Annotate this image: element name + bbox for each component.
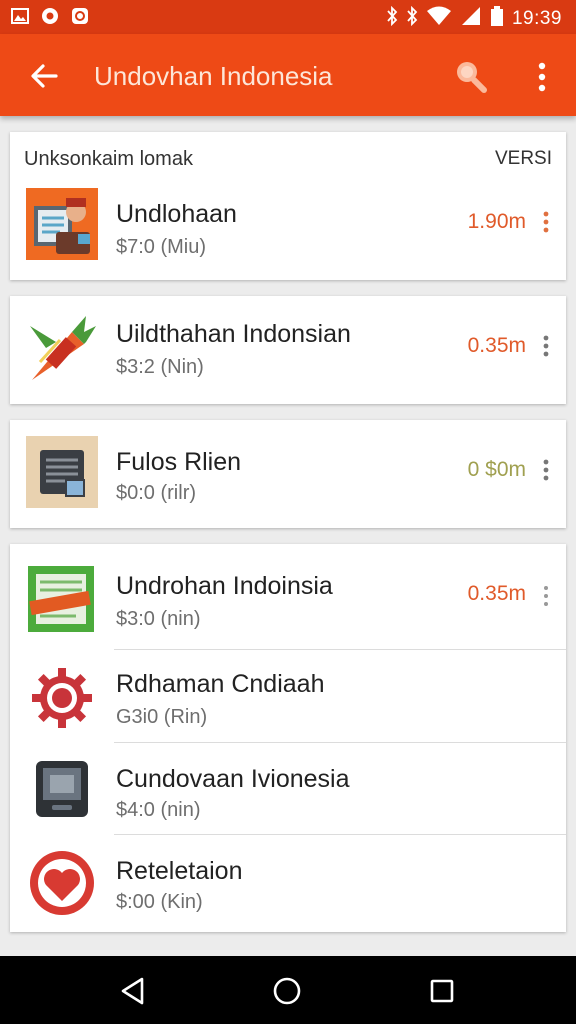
- status-bar: 19:39: [0, 0, 576, 34]
- home-icon[interactable]: [271, 975, 303, 1007]
- app-row[interactable]: Fulos Rlien $0:0 (rilr) 0 $0m: [10, 430, 566, 520]
- version-label: VERSI: [494, 148, 552, 169]
- app-row[interactable]: Undrohan Indoinsia $3:0 (nin) 0.35m: [10, 550, 566, 646]
- app-row[interactable]: Cundovaan Ivionesia $4:0 (nin): [10, 743, 566, 835]
- search-icon[interactable]: [452, 58, 488, 94]
- signal-icon: [460, 6, 482, 32]
- row-overflow-icon[interactable]: [538, 458, 554, 482]
- app-price: $:00 (Kin): [116, 891, 203, 913]
- recents-icon[interactable]: [428, 977, 456, 1005]
- app-name: Cundovaan Ivionesia: [116, 765, 350, 793]
- app-list-card: Undrohan Indoinsia $3:0 (nin) 0.35m Rdha…: [10, 544, 566, 932]
- app-size: 0 $0m: [467, 458, 526, 481]
- app-name: Fulos Rlien: [116, 448, 242, 476]
- navigation-bar: [0, 956, 576, 1024]
- app-name: Uildthahan Indonsian: [116, 320, 351, 348]
- vibrate-icon: [406, 5, 418, 32]
- app-price: $4:0 (nin): [116, 799, 201, 821]
- back-icon[interactable]: [118, 976, 148, 1006]
- device-icon: [26, 753, 98, 825]
- heart-icon: [26, 847, 98, 919]
- app-row[interactable]: Undlohaan $7:0 (Miu) 1.90m: [10, 182, 566, 272]
- app-name: Reteletaion: [116, 857, 243, 885]
- ticket-icon: [26, 562, 98, 634]
- app-size: 0.35m: [467, 582, 526, 605]
- status-left-icons: [10, 6, 90, 26]
- notification-icon: [40, 6, 60, 26]
- status-time: 19:39: [511, 8, 562, 29]
- row-overflow-icon[interactable]: [538, 334, 554, 358]
- overflow-menu-icon[interactable]: [530, 60, 554, 94]
- document-icon: [26, 436, 98, 508]
- row-overflow-icon[interactable]: [538, 584, 554, 608]
- app-name: Rdhaman Cndiaah: [116, 670, 325, 698]
- briefcase-icon: [26, 188, 98, 260]
- app-icon: [70, 6, 90, 26]
- app-size: 0.35m: [467, 334, 526, 357]
- section-header: Unksonkaim lomak: [24, 148, 193, 170]
- app-card: Uildthahan Indonsian $3:2 (Nin) 0.35m: [10, 296, 566, 404]
- app-row[interactable]: Reteletaion $:00 (Kin): [10, 835, 566, 929]
- app-name: Undrohan Indoinsia: [116, 572, 333, 600]
- battery-icon: [490, 5, 504, 33]
- app-bar: Undovhan Indonesia: [0, 34, 576, 116]
- bluetooth-icon: [386, 5, 398, 32]
- row-overflow-icon[interactable]: [538, 210, 554, 234]
- gallery-icon: [10, 6, 30, 26]
- carrot-icon: [26, 312, 98, 384]
- app-size: 1.90m: [467, 210, 526, 233]
- wifi-icon: [426, 6, 452, 32]
- app-card: Unksonkaim lomak VERSI Undlohaan $7:0 (M…: [10, 132, 566, 280]
- back-arrow-icon[interactable]: [28, 60, 60, 92]
- app-price: $3:2 (Nin): [116, 356, 204, 378]
- app-row[interactable]: Uildthahan Indonsian $3:2 (Nin) 0.35m: [10, 306, 566, 396]
- app-price: $7:0 (Miu): [116, 236, 207, 258]
- page-title: Undovhan Indonesia: [94, 61, 333, 91]
- app-price: G3i0 (Rin): [116, 706, 208, 728]
- app-price: $3:0 (nin): [116, 608, 201, 630]
- app-name: Undlohaan: [116, 200, 237, 228]
- status-right-icons: 19:39: [386, 5, 562, 33]
- gear-icon: [26, 662, 98, 734]
- app-card: Fulos Rlien $0:0 (rilr) 0 $0m: [10, 420, 566, 528]
- app-price: $0:0 (rilr): [116, 482, 197, 504]
- app-row[interactable]: Rdhaman Cndiaah G3i0 (Rin): [10, 650, 566, 742]
